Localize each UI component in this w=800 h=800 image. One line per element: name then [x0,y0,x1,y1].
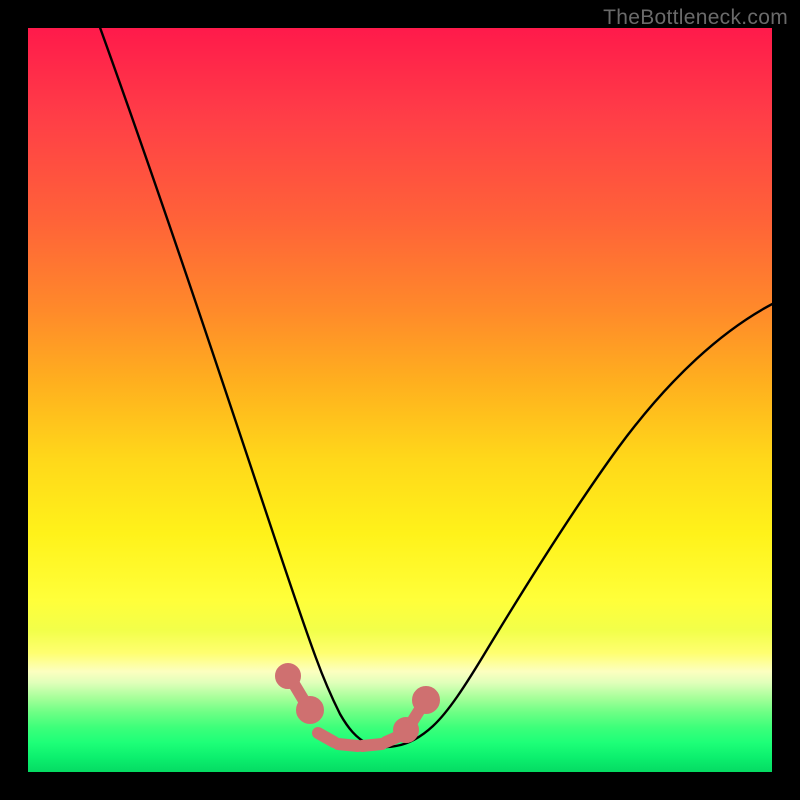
plot-area [28,28,772,772]
chart-frame: TheBottleneck.com [0,0,800,800]
chart-overlay [28,28,772,772]
bottleneck-curve [98,28,772,747]
watermark-text: TheBottleneck.com [603,6,788,30]
bottleneck-markers [281,669,434,746]
